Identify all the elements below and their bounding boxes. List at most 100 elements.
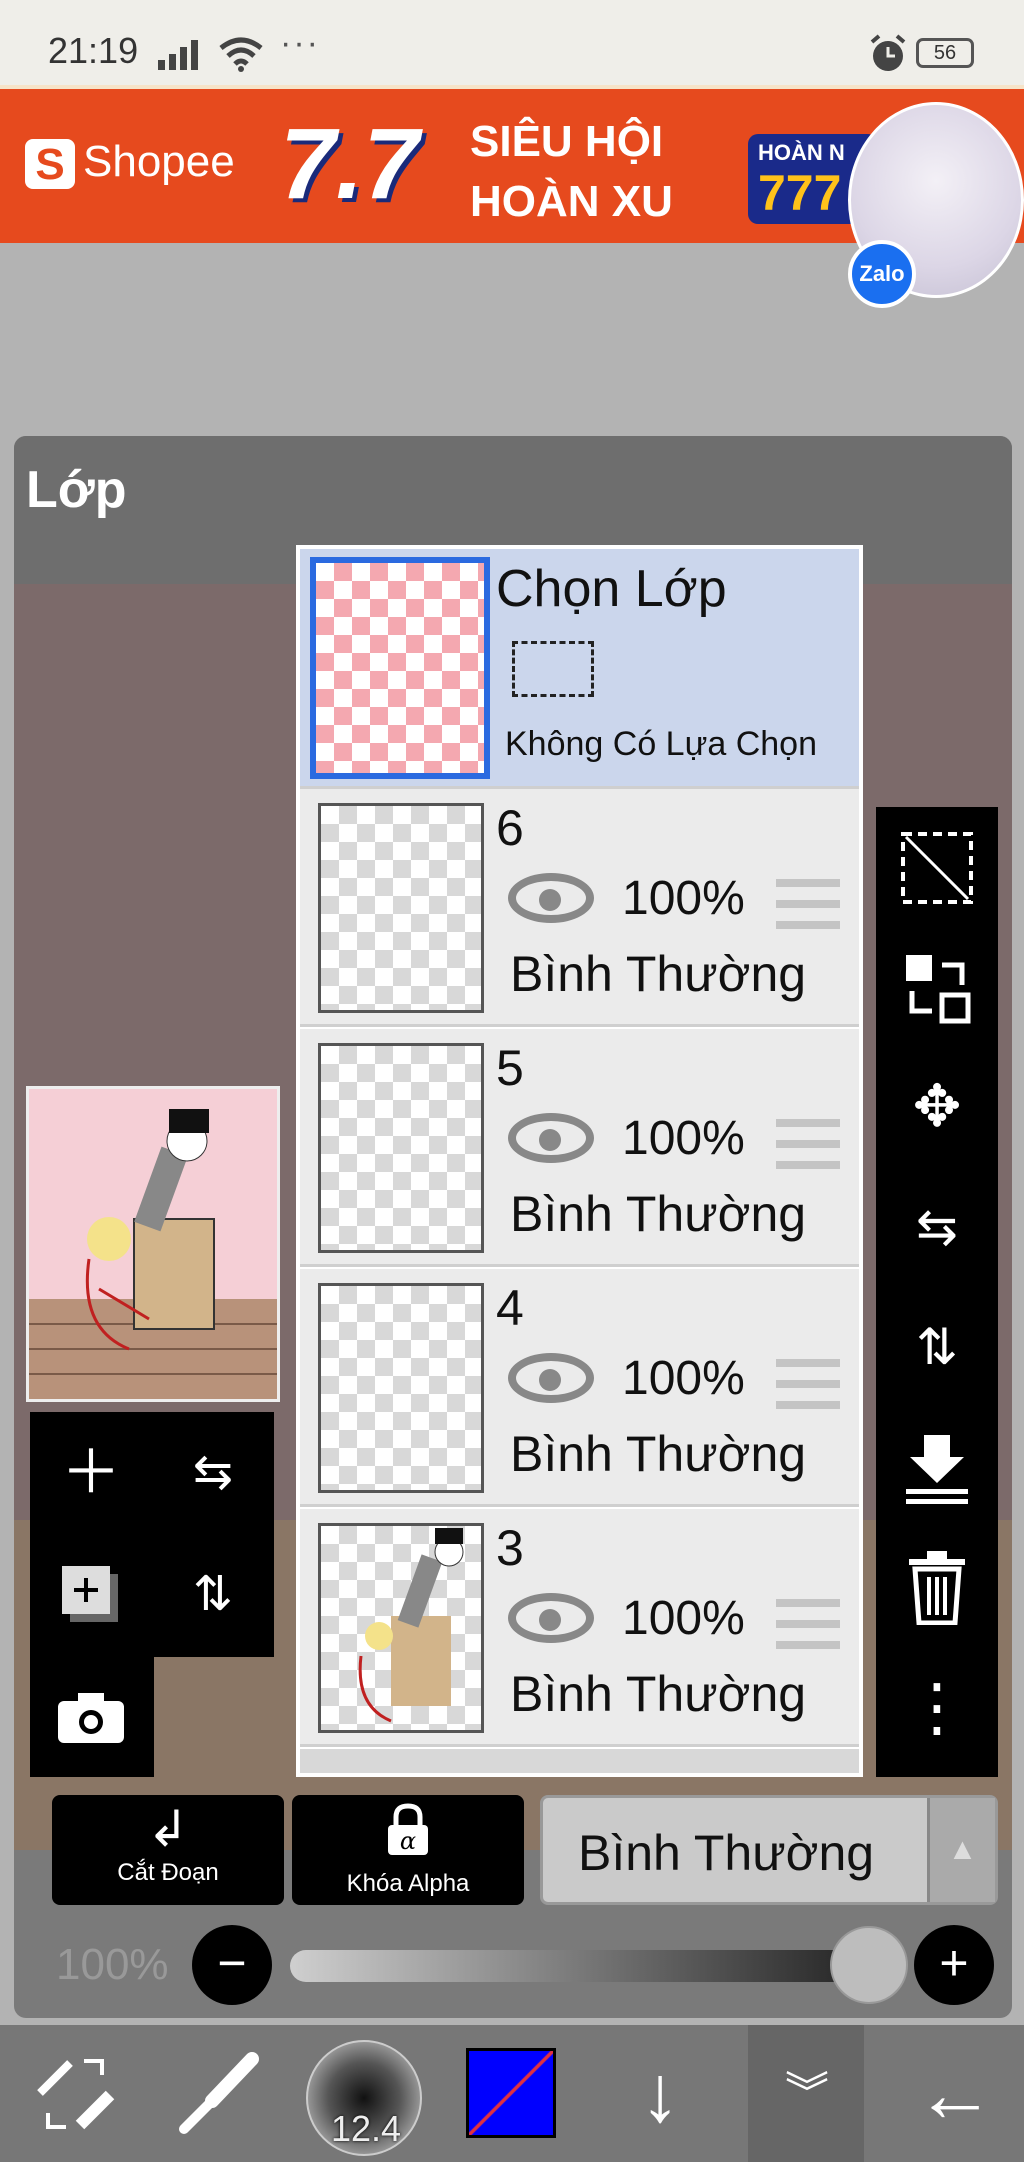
move-layer-down-button[interactable]: ↓	[610, 2025, 710, 2162]
opacity-slider-knob[interactable]	[830, 1926, 908, 2004]
shopee-bag-icon: S	[25, 139, 75, 190]
layer-row-partial[interactable]	[300, 1749, 859, 1773]
clipping-label: Cắt Đoạn	[117, 1859, 219, 1886]
camera-icon	[58, 1693, 124, 1743]
dropdown-arrow-icon[interactable]: ▲	[927, 1798, 995, 1902]
drag-handle-icon[interactable]	[776, 1119, 840, 1169]
layer-thumbnail	[318, 1283, 484, 1493]
alpha-lock-label: Khóa Alpha	[346, 1870, 470, 1897]
select-all-button[interactable]	[876, 807, 998, 927]
clipping-button[interactable]: ↲ Cắt Đoạn	[52, 1795, 284, 1905]
layer-row[interactable]: 6 100% Bình Thường	[300, 789, 859, 1027]
visibility-eye-icon[interactable]	[508, 1113, 594, 1163]
ad-big-number: 7.7	[280, 108, 420, 220]
drag-handle-icon[interactable]	[776, 879, 840, 929]
arrow-left-icon: ←	[915, 2049, 995, 2138]
left-toolbox: ＋ ⇆ ⇅	[30, 1412, 274, 1657]
selection-status: Không Có Lựa Chọn	[505, 725, 817, 763]
selection-layer-thumbnail	[310, 557, 490, 779]
brush-icon	[179, 2052, 259, 2134]
flip-vertical-layer-button[interactable]: ⇅	[876, 1287, 998, 1407]
ad-brand: S Shopee	[25, 137, 235, 190]
selection-layer-title: Chọn Lớp	[496, 560, 727, 618]
drag-handle-icon[interactable]	[776, 1599, 840, 1649]
visibility-eye-icon[interactable]	[508, 873, 594, 923]
blend-mode-value: Bình Thường	[578, 1825, 875, 1881]
right-toolbox: ✥ ⇆ ⇅ ⋮	[876, 807, 998, 1777]
arrow-down-icon: ↓	[640, 2049, 680, 2138]
clock: 21:19	[48, 30, 139, 71]
layer-row[interactable]: 3 100% Bình Thường	[300, 1509, 859, 1747]
svg-text:α: α	[400, 1827, 416, 1855]
transform-tool-button[interactable]	[20, 2025, 130, 2162]
more-options-button[interactable]: ⋮	[876, 1647, 998, 1767]
layer-blend-mode: Bình Thường	[510, 1666, 807, 1722]
ad-headline-2: HOÀN XU	[470, 177, 673, 226]
blend-mode-select[interactable]: Bình Thường ▲	[540, 1795, 998, 1905]
more-vert-icon: ⋮	[905, 1671, 969, 1743]
drag-handle-icon[interactable]	[776, 1359, 840, 1409]
chevron-double-down-icon: ︾	[785, 2069, 829, 2118]
layer-art	[358, 1528, 464, 1723]
layer-number: 6	[496, 800, 524, 856]
duplicate-layer-button[interactable]	[30, 1534, 152, 1656]
clip-arrow-icon: ↲	[147, 1801, 189, 1857]
color-swatch[interactable]	[466, 2048, 556, 2138]
layer-row[interactable]: 5 100% Bình Thường	[300, 1029, 859, 1267]
alpha-lock-button[interactable]: α Khóa Alpha	[292, 1795, 524, 1905]
layer-thumbnail	[318, 1523, 484, 1733]
opacity-increase-button[interactable]: +	[914, 1925, 994, 2005]
layer-blend-mode: Bình Thường	[510, 946, 807, 1002]
camera-toolbox	[30, 1657, 154, 1777]
selection-layer[interactable]: Chọn Lớp Không Có Lựa Chọn	[300, 549, 859, 789]
layers-tab-button[interactable]: ︾	[752, 2025, 862, 2162]
signal-icon	[158, 38, 206, 70]
layer-opacity: 100%	[622, 872, 745, 925]
layer-list[interactable]: Chọn Lớp Không Có Lựa Chọn 6 100% Bình T…	[296, 545, 863, 1777]
flip-vertical-button[interactable]: ⇅	[152, 1534, 274, 1656]
layer-thumbnail	[318, 1043, 484, 1253]
move-button[interactable]: ✥	[876, 1047, 998, 1167]
artwork-thumbnail	[29, 1109, 277, 1399]
back-button[interactable]: ←	[900, 2025, 1010, 2162]
alarm-icon	[870, 34, 906, 71]
status-bar: 21:19 ··· 56	[0, 0, 1024, 85]
brush-size-value: 12.4	[330, 2108, 402, 2149]
opacity-value-label: 100%	[56, 1940, 169, 1989]
swap-layer-button[interactable]	[876, 927, 998, 1047]
battery-indicator: 56	[916, 38, 974, 68]
camera-button[interactable]	[30, 1657, 152, 1779]
layer-thumbnail	[318, 803, 484, 1013]
layer-opacity: 100%	[622, 1352, 745, 1405]
delete-layer-button[interactable]	[876, 1527, 998, 1647]
zalo-icon[interactable]: Zalo	[848, 240, 916, 308]
merge-down-button[interactable]	[876, 1407, 998, 1527]
layer-blend-mode: Bình Thường	[510, 1426, 807, 1482]
ad-headline-1: SIÊU HỘI	[470, 117, 664, 166]
flip-horizontal-button[interactable]: ⇆	[152, 1412, 274, 1534]
opacity-decrease-button[interactable]: −	[192, 1925, 272, 2005]
add-layer-button[interactable]: ＋	[30, 1412, 152, 1534]
layer-blend-mode: Bình Thường	[510, 1186, 807, 1242]
trash-icon	[909, 1551, 965, 1626]
select-all-icon	[901, 832, 973, 904]
brush-tool-button[interactable]	[160, 2025, 270, 2162]
swap-icon	[906, 955, 971, 1024]
canvas-preview[interactable]	[26, 1086, 280, 1402]
duplicate-layer-icon	[62, 1566, 118, 1622]
more-notifications-icon: ···	[280, 24, 320, 62]
layer-opacity: 100%	[622, 1112, 745, 1165]
selection-marquee-icon	[512, 641, 594, 697]
wifi-icon	[219, 37, 263, 72]
visibility-eye-icon[interactable]	[508, 1593, 594, 1643]
brush-size-button[interactable]: 12.4	[306, 2040, 422, 2156]
flip-vertical-icon: ⇅	[916, 1319, 958, 1375]
brush-eraser-swap-icon	[37, 2059, 115, 2130]
flip-horizontal-layer-button[interactable]: ⇆	[876, 1167, 998, 1287]
visibility-eye-icon[interactable]	[508, 1353, 594, 1403]
panel-title: Lớp	[26, 461, 127, 519]
layer-row[interactable]: 4 100% Bình Thường	[300, 1269, 859, 1507]
opacity-slider[interactable]	[290, 1950, 870, 1982]
merge-down-icon	[906, 1435, 968, 1504]
flip-horizontal-icon: ⇆	[916, 1199, 958, 1255]
